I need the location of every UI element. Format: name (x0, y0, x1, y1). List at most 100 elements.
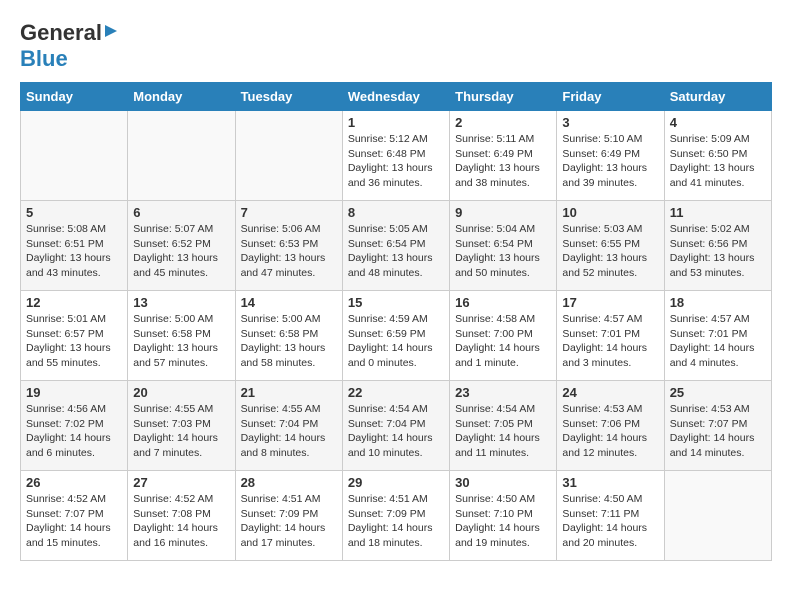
day-info: Sunrise: 5:05 AM Sunset: 6:54 PM Dayligh… (348, 222, 444, 281)
calendar-cell (21, 111, 128, 201)
day-info: Sunrise: 4:51 AM Sunset: 7:09 PM Dayligh… (241, 492, 337, 551)
day-number: 8 (348, 205, 444, 220)
day-of-week-header: Saturday (664, 83, 771, 111)
day-info: Sunrise: 5:01 AM Sunset: 6:57 PM Dayligh… (26, 312, 122, 371)
day-number: 18 (670, 295, 766, 310)
day-number: 11 (670, 205, 766, 220)
day-info: Sunrise: 4:51 AM Sunset: 7:09 PM Dayligh… (348, 492, 444, 551)
calendar-cell: 15Sunrise: 4:59 AM Sunset: 6:59 PM Dayli… (342, 291, 449, 381)
calendar-cell: 28 Sunrise: 4:51 AM Sunset: 7:09 PM Dayli… (235, 471, 342, 561)
day-number: 13 (133, 295, 229, 310)
calendar-cell: 26 Sunrise: 4:52 AM Sunset: 7:07 PM Dayli… (21, 471, 128, 561)
day-number: 1 (348, 115, 444, 130)
day-info: Sunrise: 5:11 AM Sunset: 6:49 PM Dayligh… (455, 132, 551, 191)
calendar-week-row: 26 Sunrise: 4:52 AM Sunset: 7:07 PM Dayli… (21, 471, 772, 561)
calendar-cell: 12 Sunrise: 5:01 AM Sunset: 6:57 PM Dayli… (21, 291, 128, 381)
calendar-table: SundayMondayTuesdayWednesdayThursdayFrid… (20, 82, 772, 561)
calendar-cell: 5 Sunrise: 5:08 AM Sunset: 6:51 PM Daylig… (21, 201, 128, 291)
day-info: Sunrise: 4:52 AM Sunset: 7:07 PM Dayligh… (26, 492, 122, 551)
day-info: Sunrise: 4:57 AM Sunset: 7:01 PM Dayligh… (670, 312, 766, 371)
calendar-cell: 9 Sunrise: 5:04 AM Sunset: 6:54 PM Daylig… (450, 201, 557, 291)
day-info: Sunrise: 4:54 AM Sunset: 7:05 PM Dayligh… (455, 402, 551, 461)
calendar-cell: 25 Sunrise: 4:53 AM Sunset: 7:07 PM Dayli… (664, 381, 771, 471)
day-number: 25 (670, 385, 766, 400)
day-info: Sunrise: 5:00 AM Sunset: 6:58 PM Dayligh… (133, 312, 229, 371)
calendar-cell (664, 471, 771, 561)
day-number: 24 (562, 385, 658, 400)
page-header: General Blue (20, 20, 772, 72)
calendar-cell: 21 Sunrise: 4:55 AM Sunset: 7:04 PM Dayli… (235, 381, 342, 471)
day-number: 16 (455, 295, 551, 310)
calendar-cell: 1Sunrise: 5:12 AM Sunset: 6:48 PM Daylig… (342, 111, 449, 201)
day-info: Sunrise: 4:53 AM Sunset: 7:06 PM Dayligh… (562, 402, 658, 461)
day-of-week-header: Friday (557, 83, 664, 111)
calendar-cell: 24 Sunrise: 4:53 AM Sunset: 7:06 PM Dayli… (557, 381, 664, 471)
day-info: Sunrise: 4:53 AM Sunset: 7:07 PM Dayligh… (670, 402, 766, 461)
day-number: 27 (133, 475, 229, 490)
calendar-week-row: 1Sunrise: 5:12 AM Sunset: 6:48 PM Daylig… (21, 111, 772, 201)
calendar-week-row: 12 Sunrise: 5:01 AM Sunset: 6:57 PM Dayli… (21, 291, 772, 381)
day-info: Sunrise: 4:55 AM Sunset: 7:03 PM Dayligh… (133, 402, 229, 461)
day-info: Sunrise: 4:55 AM Sunset: 7:04 PM Dayligh… (241, 402, 337, 461)
day-number: 17 (562, 295, 658, 310)
calendar-cell: 18 Sunrise: 4:57 AM Sunset: 7:01 PM Dayli… (664, 291, 771, 381)
calendar-cell: 14 Sunrise: 5:00 AM Sunset: 6:58 PM Dayli… (235, 291, 342, 381)
day-number: 12 (26, 295, 122, 310)
day-number: 2 (455, 115, 551, 130)
day-number: 22 (348, 385, 444, 400)
day-info: Sunrise: 5:00 AM Sunset: 6:58 PM Dayligh… (241, 312, 337, 371)
day-info: Sunrise: 5:07 AM Sunset: 6:52 PM Dayligh… (133, 222, 229, 281)
day-info: Sunrise: 4:50 AM Sunset: 7:10 PM Dayligh… (455, 492, 551, 551)
calendar-cell (235, 111, 342, 201)
calendar-cell: 3 Sunrise: 5:10 AM Sunset: 6:49 PM Daylig… (557, 111, 664, 201)
day-of-week-header: Sunday (21, 83, 128, 111)
calendar-cell: 27Sunrise: 4:52 AM Sunset: 7:08 PM Dayli… (128, 471, 235, 561)
day-info: Sunrise: 4:57 AM Sunset: 7:01 PM Dayligh… (562, 312, 658, 371)
day-number: 26 (26, 475, 122, 490)
calendar-cell: 13 Sunrise: 5:00 AM Sunset: 6:58 PM Dayli… (128, 291, 235, 381)
calendar-cell: 2 Sunrise: 5:11 AM Sunset: 6:49 PM Daylig… (450, 111, 557, 201)
day-number: 21 (241, 385, 337, 400)
calendar-header-row: SundayMondayTuesdayWednesdayThursdayFrid… (21, 83, 772, 111)
day-info: Sunrise: 4:58 AM Sunset: 7:00 PM Dayligh… (455, 312, 551, 371)
calendar-cell: 19Sunrise: 4:56 AM Sunset: 7:02 PM Dayli… (21, 381, 128, 471)
calendar-week-row: 19Sunrise: 4:56 AM Sunset: 7:02 PM Dayli… (21, 381, 772, 471)
calendar-cell: 17 Sunrise: 4:57 AM Sunset: 7:01 PM Dayli… (557, 291, 664, 381)
calendar-cell: 8 Sunrise: 5:05 AM Sunset: 6:54 PM Daylig… (342, 201, 449, 291)
day-info: Sunrise: 4:56 AM Sunset: 7:02 PM Dayligh… (26, 402, 122, 461)
day-info: Sunrise: 5:10 AM Sunset: 6:49 PM Dayligh… (562, 132, 658, 191)
day-number: 5 (26, 205, 122, 220)
day-info: Sunrise: 5:06 AM Sunset: 6:53 PM Dayligh… (241, 222, 337, 281)
calendar-cell: 30Sunrise: 4:50 AM Sunset: 7:10 PM Dayli… (450, 471, 557, 561)
day-number: 15 (348, 295, 444, 310)
day-info: Sunrise: 5:08 AM Sunset: 6:51 PM Dayligh… (26, 222, 122, 281)
logo: General Blue (20, 20, 121, 72)
day-of-week-header: Wednesday (342, 83, 449, 111)
day-number: 28 (241, 475, 337, 490)
day-of-week-header: Thursday (450, 83, 557, 111)
day-number: 9 (455, 205, 551, 220)
calendar-cell (128, 111, 235, 201)
day-info: Sunrise: 5:04 AM Sunset: 6:54 PM Dayligh… (455, 222, 551, 281)
day-of-week-header: Tuesday (235, 83, 342, 111)
day-info: Sunrise: 5:03 AM Sunset: 6:55 PM Dayligh… (562, 222, 658, 281)
day-number: 6 (133, 205, 229, 220)
calendar-cell: 6 Sunrise: 5:07 AM Sunset: 6:52 PM Daylig… (128, 201, 235, 291)
day-number: 20 (133, 385, 229, 400)
day-number: 31 (562, 475, 658, 490)
logo-general-text: General (20, 20, 102, 46)
day-number: 14 (241, 295, 337, 310)
day-info: Sunrise: 5:02 AM Sunset: 6:56 PM Dayligh… (670, 222, 766, 281)
day-number: 29 (348, 475, 444, 490)
calendar-cell: 10Sunrise: 5:03 AM Sunset: 6:55 PM Dayli… (557, 201, 664, 291)
logo-blue-text: Blue (20, 46, 68, 71)
day-of-week-header: Monday (128, 83, 235, 111)
calendar-cell: 22 Sunrise: 4:54 AM Sunset: 7:04 PM Dayli… (342, 381, 449, 471)
day-info: Sunrise: 4:54 AM Sunset: 7:04 PM Dayligh… (348, 402, 444, 461)
calendar-week-row: 5 Sunrise: 5:08 AM Sunset: 6:51 PM Daylig… (21, 201, 772, 291)
calendar-cell: 7Sunrise: 5:06 AM Sunset: 6:53 PM Daylig… (235, 201, 342, 291)
day-number: 23 (455, 385, 551, 400)
calendar-cell: 11 Sunrise: 5:02 AM Sunset: 6:56 PM Dayli… (664, 201, 771, 291)
calendar-cell: 29 Sunrise: 4:51 AM Sunset: 7:09 PM Dayli… (342, 471, 449, 561)
day-number: 3 (562, 115, 658, 130)
